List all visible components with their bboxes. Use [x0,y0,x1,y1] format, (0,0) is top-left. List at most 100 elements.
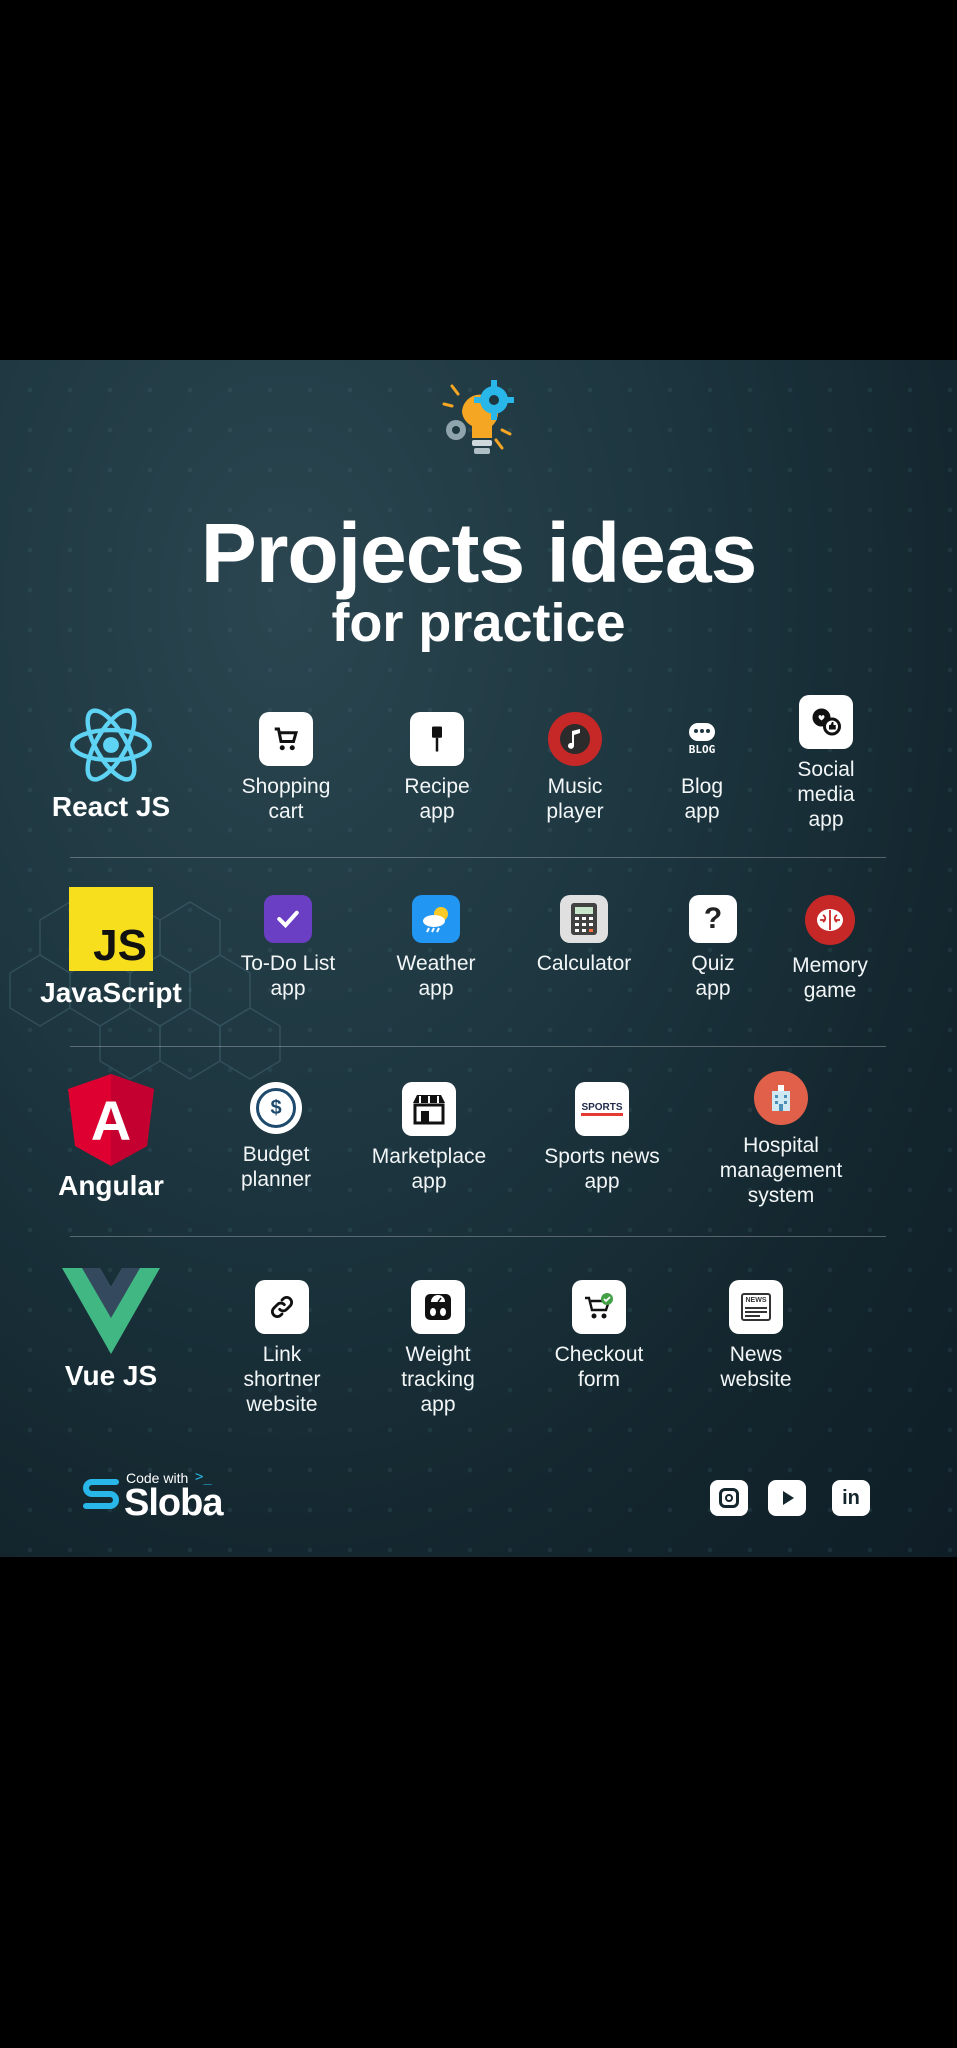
linkedin-text: in [842,1486,860,1509]
project-label: Blog [680,775,724,798]
project-recipe-app[interactable]: Recipe app [367,712,507,824]
project-hospital-management-system[interactable]: Hospital management system [698,1071,864,1208]
angular-logo-icon: A [68,1074,154,1166]
project-label: Social [797,758,855,781]
angular-logo-text: A [91,1089,131,1152]
project-weight-tracking-app[interactable]: Weight tracking app [368,1280,508,1417]
row-divider [70,857,886,858]
project-link-shortner-website[interactable]: Link shortner website [212,1280,352,1417]
project-shopping-cart[interactable]: Shopping cart [216,712,356,824]
spatula-icon [410,712,464,766]
project-weather-app[interactable]: Weather app [366,895,506,1001]
project-news-website[interactable]: NEWS News website [686,1280,826,1392]
project-label: Hospital [743,1134,819,1157]
brand-s-icon [83,1479,119,1509]
tech-name: Angular [58,1170,164,1201]
project-label: app [584,1170,620,1193]
youtube-icon[interactable] [768,1480,806,1516]
vue-logo-icon [62,1268,160,1354]
js-logo-text: JS [93,921,147,970]
project-label: game [803,979,857,1002]
tech-react: React JS [26,705,196,823]
tech-javascript: JS JavaScript [26,887,196,1009]
row-divider [70,1236,886,1237]
project-label: Weather [396,952,476,975]
project-social-media-app[interactable]: Social media app [756,695,896,832]
project-label: form [578,1368,620,1391]
project-label: Marketplace [371,1145,487,1168]
checkmark-icon [264,895,312,943]
storefront-icon [402,1082,456,1136]
blog-icon: BLOG [675,712,729,766]
newspaper-icon: NEWS [729,1280,783,1334]
tech-name: Vue JS [64,1360,158,1391]
project-label: app [684,800,720,823]
infographic-card: Projects ideas for practice React JS Sho… [0,360,957,1557]
hospital-icon [754,1071,808,1125]
react-logo-icon [70,708,152,782]
project-label: To-Do List [240,952,336,975]
project-music-player[interactable]: Music player [505,712,645,824]
project-label: website [720,1368,792,1391]
project-label: app [411,1170,447,1193]
project-label: Checkout [554,1343,644,1366]
project-label: Weight [405,1343,471,1366]
project-label: app [418,977,454,1000]
shopping-cart-icon [259,712,313,766]
brand-logo[interactable]: Code with >_ Sloba [82,1469,232,1530]
project-label: Calculator [536,952,632,975]
project-checkout-form[interactable]: Checkout form [529,1280,669,1392]
project-marketplace-app[interactable]: Marketplace app [359,1082,499,1194]
project-label: News [729,1343,783,1366]
page-title: Projects ideas [200,506,758,600]
project-label: Budget [242,1143,310,1166]
js-logo-icon: JS [69,887,153,971]
project-label: Music [547,775,603,798]
row-divider [70,1046,886,1047]
tech-name: React JS [51,791,171,822]
project-sports-news-app[interactable]: SPORTS Sports news app [532,1082,672,1194]
project-label: website [246,1393,318,1416]
instagram-icon[interactable] [710,1480,748,1516]
dollar-sign: $ [256,1088,296,1128]
music-note-icon [548,712,602,766]
project-label: app [808,808,844,831]
project-label: management [719,1159,843,1182]
budget-dollar-icon: $ [250,1082,302,1134]
project-label: Sports news [544,1145,660,1168]
question-mark-icon: ? [689,895,737,943]
news-icon-text: NEWS [745,1297,767,1304]
project-label: system [747,1184,815,1207]
project-label: app [419,800,455,823]
checkout-cart-icon [572,1280,626,1334]
sports-news-icon: SPORTS [575,1082,629,1136]
sports-icon-text: SPORTS [581,1102,623,1116]
tech-angular: A Angular [26,1074,196,1202]
tech-vue: Vue JS [26,1268,196,1392]
page-subtitle: for practice [331,593,626,653]
weather-cloud-icon [412,895,460,943]
project-label: tracking [401,1368,475,1391]
social-chat-icon [799,695,853,749]
project-label: player [546,800,604,823]
project-blog-app[interactable]: BLOG Blog app [632,712,772,824]
project-label: media [797,783,855,806]
project-label: app [420,1393,456,1416]
linkedin-icon[interactable]: in [832,1480,870,1516]
brain-icon [805,895,855,945]
project-label: app [270,977,306,1000]
project-label: Shopping [241,775,331,798]
weight-scale-icon [411,1280,465,1334]
tech-name: JavaScript [40,977,182,1008]
project-label: Memory [792,954,868,977]
lightbulb-gears-icon [442,380,514,454]
project-label: planner [240,1168,312,1191]
project-calculator[interactable]: Calculator [514,895,654,976]
project-budget-planner[interactable]: $ Budget planner [206,1082,346,1192]
calculator-icon [560,895,608,943]
project-memory-game[interactable]: Memory game [760,895,900,1003]
brand-big-text: Sloba [124,1482,223,1524]
project-label: shortner [243,1368,321,1391]
question-mark-text: ? [703,902,723,935]
project-todo-list-app[interactable]: To-Do List app [218,895,358,1001]
